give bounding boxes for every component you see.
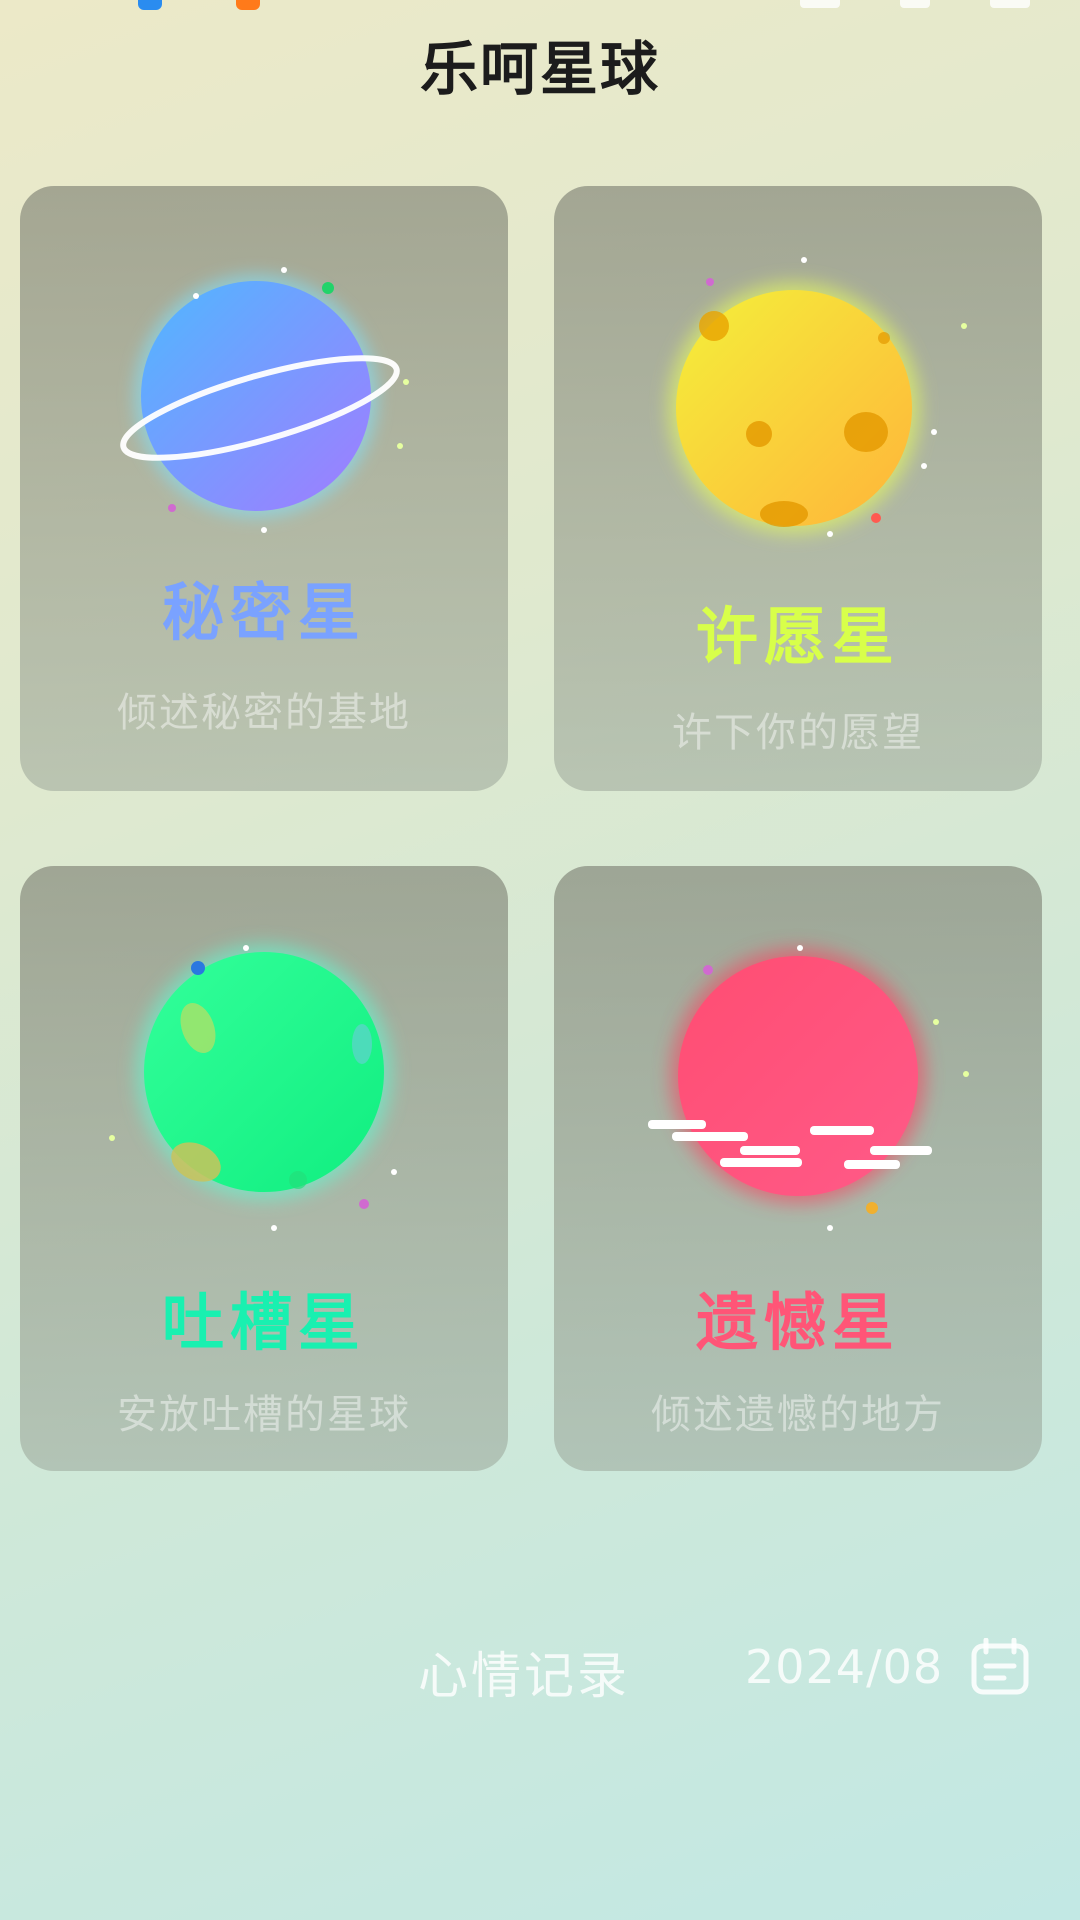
status-signal-icon: [800, 0, 840, 8]
ringed-blue-purple-planet-icon: [120, 267, 409, 533]
card-wish-planet[interactable]: 许愿星 许下你的愿望: [554, 186, 1042, 791]
card-title: 遗憾星: [695, 1286, 900, 1359]
status-app-icon: [236, 0, 260, 10]
yellow-cratered-planet-icon: [668, 257, 967, 537]
calendar-icon[interactable]: [970, 1638, 1030, 1696]
card-title: 秘密星: [161, 576, 366, 649]
card-regret-planet[interactable]: 遗憾星 倾述遗憾的地方: [554, 866, 1042, 1471]
card-subtitle: 倾述秘密的基地: [117, 690, 411, 736]
card-title: 许愿星: [695, 600, 900, 673]
card-secret-planet[interactable]: 秘密星 倾述秘密的基地: [20, 186, 508, 791]
card-subtitle: 安放吐槽的星球: [117, 1392, 411, 1438]
status-battery-icon: [990, 0, 1030, 8]
page-title: 乐呵星球: [419, 35, 660, 103]
status-bar: [0, 0, 1080, 20]
date-label[interactable]: 2024/08: [745, 1640, 943, 1694]
status-app-icon: [138, 0, 162, 10]
card-rant-planet[interactable]: 吐槽星 安放吐槽的星球: [20, 866, 508, 1471]
card-subtitle: 许下你的愿望: [672, 710, 924, 756]
mood-record-button[interactable]: 心情记录: [418, 1636, 630, 1708]
green-planet-icon: [109, 944, 397, 1231]
status-wifi-icon: [900, 0, 930, 8]
card-subtitle: 倾述遗憾的地方: [651, 1392, 945, 1438]
card-title: 吐槽星: [161, 1286, 366, 1359]
red-clouded-planet-icon: [648, 945, 969, 1231]
